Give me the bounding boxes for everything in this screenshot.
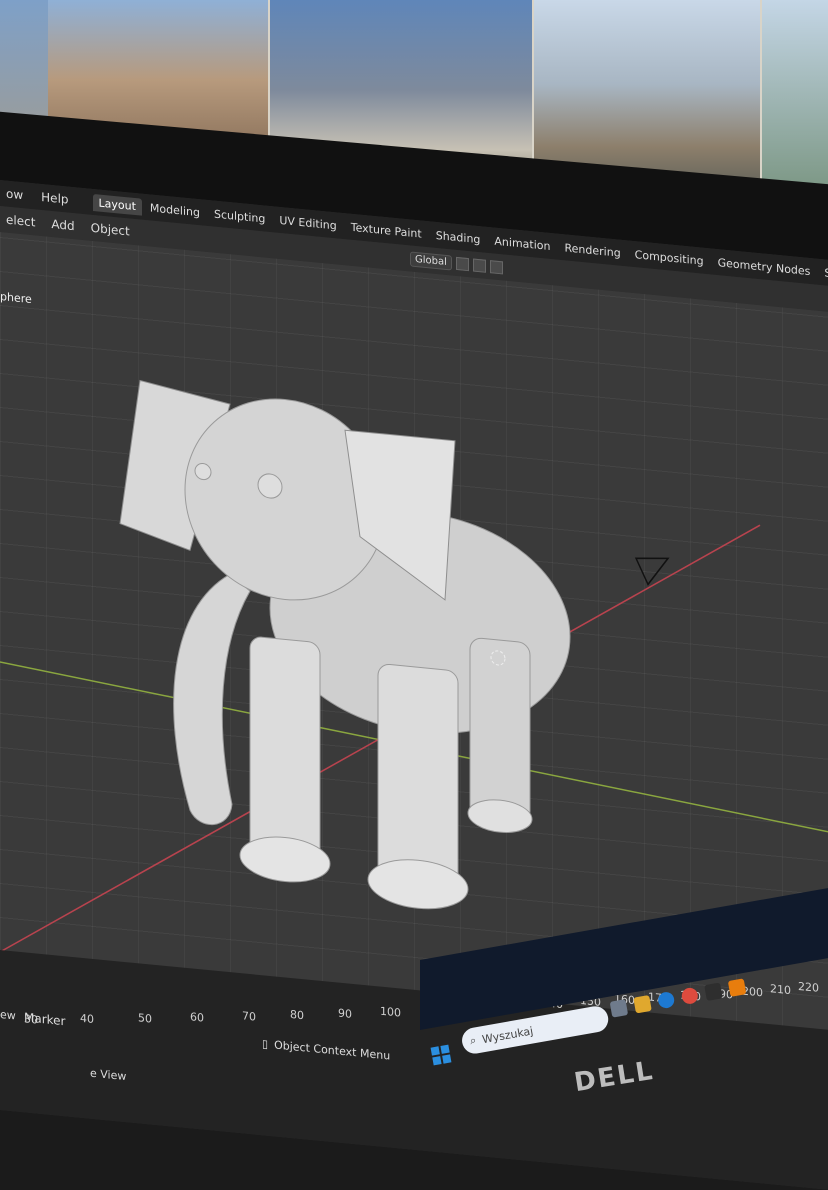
ruler-label: 220 [798, 979, 819, 995]
status-hint: ▯ Object Context Menu [262, 1037, 390, 1062]
menu-window[interactable]: ow [0, 184, 29, 205]
tab-rendering[interactable]: Rendering [559, 238, 627, 262]
proportional-edit-icon[interactable] [489, 260, 503, 275]
context-menu-hint: Object Context Menu [274, 1038, 391, 1063]
mouse-icon: ▯ [262, 1037, 269, 1051]
menu-help[interactable]: Help [35, 187, 74, 209]
object-menu[interactable]: Object [85, 218, 136, 241]
ruler-label: 80 [290, 1007, 304, 1023]
ruler-label: 70 [242, 1009, 256, 1024]
search-placeholder: Wyszukaj [480, 1023, 535, 1046]
view-hint: e View [90, 1066, 127, 1084]
tab-uv-editing[interactable]: UV Editing [273, 211, 342, 235]
tab-texture-paint[interactable]: Texture Paint [345, 218, 428, 243]
ruler-label: 90 [338, 1006, 352, 1021]
blender-window: ow Help Layout Modeling Sculpting UV Edi… [0, 180, 828, 1190]
ruler-label: 210 [770, 982, 791, 998]
tab-animation[interactable]: Animation [488, 232, 556, 256]
tab-scripting[interactable]: Scripting [818, 263, 828, 286]
windows-start-icon[interactable] [430, 1044, 452, 1066]
view-menu[interactable]: ew [0, 1008, 16, 1023]
elephant-leg-front-left [249, 636, 321, 863]
chrome-icon[interactable] [680, 986, 700, 1006]
elephant-trunk [173, 573, 251, 826]
edge-icon[interactable] [656, 990, 676, 1010]
ruler-label: 40 [80, 1011, 94, 1027]
camera-object [634, 557, 670, 586]
terminal-icon[interactable] [704, 982, 723, 1002]
tab-modeling[interactable]: Modeling [144, 198, 206, 221]
elephant-leg-back [469, 637, 531, 823]
select-menu[interactable]: elect [0, 210, 41, 232]
blender-icon[interactable] [727, 978, 747, 997]
elephant-model [119, 379, 571, 910]
elephant-leg-front-right [377, 663, 459, 891]
pivot-icon[interactable] [455, 256, 469, 272]
add-menu[interactable]: Add [45, 214, 80, 235]
ruler-label: 60 [190, 1010, 204, 1025]
task-view-icon[interactable] [609, 999, 629, 1018]
search-icon: ⌕ [468, 1033, 478, 1048]
tab-layout[interactable]: Layout [92, 193, 142, 216]
snap-icon[interactable] [472, 258, 486, 273]
ruler-label: 100 [380, 1004, 401, 1020]
tab-compositing[interactable]: Compositing [629, 245, 710, 270]
tab-shading[interactable]: Shading [430, 226, 487, 248]
ruler-label: 50 [138, 1011, 152, 1026]
tab-sculpting[interactable]: Sculpting [208, 205, 271, 228]
file-explorer-icon[interactable] [633, 994, 652, 1014]
